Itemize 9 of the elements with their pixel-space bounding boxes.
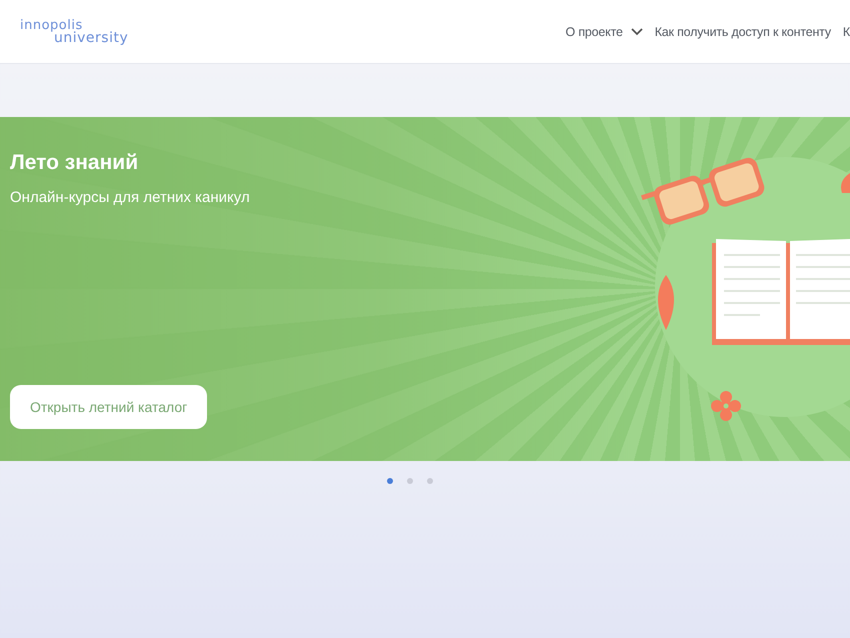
carousel-dot[interactable] xyxy=(387,478,393,484)
nav-link[interactable]: О проекте xyxy=(566,24,643,38)
carousel-dot[interactable] xyxy=(407,478,413,484)
banner-title: Лето знаний xyxy=(10,151,138,175)
carousel-dot[interactable] xyxy=(427,478,433,484)
nav-link[interactable]: Как получить доступ к контенту xyxy=(654,24,831,38)
nav-link[interactable]: К xyxy=(842,24,850,38)
chevron-down-icon xyxy=(630,28,643,36)
banner-subtitle: Онлайн-курсы для летних каникул xyxy=(10,189,250,206)
